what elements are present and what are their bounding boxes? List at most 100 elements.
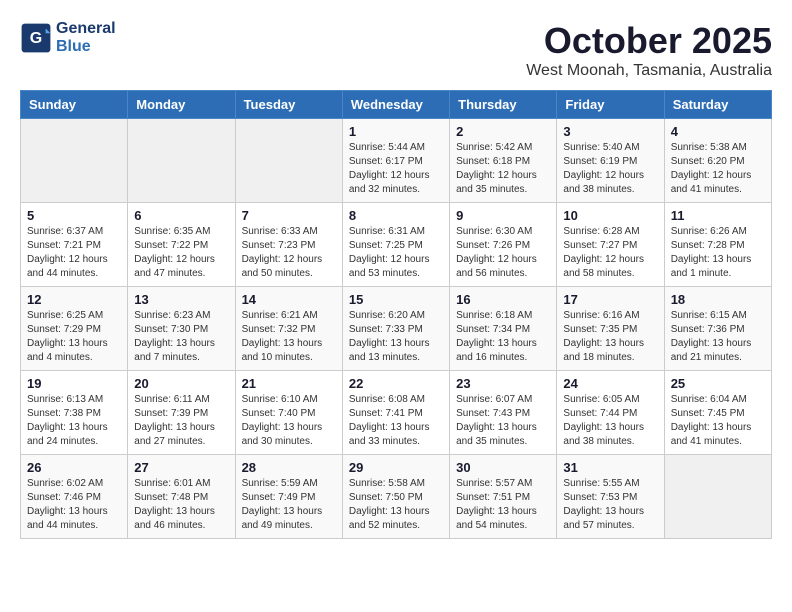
calendar-cell: 5 Sunrise: 6:37 AM Sunset: 7:21 PM Daylig… (21, 203, 128, 287)
calendar-cell (128, 119, 235, 203)
calendar-cell: 20Sunrise: 6:11 AM Sunset: 7:39 PM Dayli… (128, 371, 235, 455)
calendar-cell: 21Sunrise: 6:10 AM Sunset: 7:40 PM Dayli… (235, 371, 342, 455)
calendar-cell: 13Sunrise: 6:23 AM Sunset: 7:30 PM Dayli… (128, 287, 235, 371)
calendar-cell: 2 Sunrise: 5:42 AM Sunset: 6:18 PM Daylig… (450, 119, 557, 203)
location-subtitle: West Moonah, Tasmania, Australia (526, 62, 772, 80)
calendar-header-row: SundayMondayTuesdayWednesdayThursdayFrid… (21, 91, 772, 119)
day-info: Sunrise: 5:57 AM Sunset: 7:51 PM Dayligh… (456, 477, 550, 533)
day-number: 15 (349, 292, 443, 307)
calendar-cell: 24 Sunrise: 6:05 AM Sunset: 7:44 PM Dayli… (557, 371, 664, 455)
svg-text:G: G (30, 30, 42, 47)
day-info: Sunrise: 6:18 AM Sunset: 7:34 PM Dayligh… (456, 309, 550, 365)
calendar-cell: 17Sunrise: 6:16 AM Sunset: 7:35 PM Dayli… (557, 287, 664, 371)
day-info: Sunrise: 6:25 AM Sunset: 7:29 PM Dayligh… (27, 309, 121, 365)
day-number: 16 (456, 292, 550, 307)
calendar-cell: 8Sunrise: 6:31 AM Sunset: 7:25 PM Daylig… (342, 203, 449, 287)
day-number: 8 (349, 208, 443, 223)
day-info: Sunrise: 5:40 AM Sunset: 6:19 PM Dayligh… (563, 141, 657, 197)
day-info: Sunrise: 6:15 AM Sunset: 7:36 PM Dayligh… (671, 309, 765, 365)
day-of-week-header: Monday (128, 91, 235, 119)
calendar-cell: 26 Sunrise: 6:02 AM Sunset: 7:46 PM Dayli… (21, 455, 128, 539)
day-number: 13 (134, 292, 228, 307)
calendar-cell: 6 Sunrise: 6:35 AM Sunset: 7:22 PM Daylig… (128, 203, 235, 287)
day-of-week-header: Friday (557, 91, 664, 119)
day-info: Sunrise: 6:01 AM Sunset: 7:48 PM Dayligh… (134, 477, 228, 533)
logo: G General Blue (20, 20, 116, 56)
day-of-week-header: Tuesday (235, 91, 342, 119)
day-of-week-header: Saturday (664, 91, 771, 119)
calendar-week-row: 1 Sunrise: 5:44 AM Sunset: 6:17 PM Daylig… (21, 119, 772, 203)
calendar-cell: 19 Sunrise: 6:13 AM Sunset: 7:38 PM Dayli… (21, 371, 128, 455)
calendar-cell (235, 119, 342, 203)
day-number: 28 (242, 460, 336, 475)
day-info: Sunrise: 6:07 AM Sunset: 7:43 PM Dayligh… (456, 393, 550, 449)
calendar-cell: 7Sunrise: 6:33 AM Sunset: 7:23 PM Daylig… (235, 203, 342, 287)
day-info: Sunrise: 6:08 AM Sunset: 7:41 PM Dayligh… (349, 393, 443, 449)
calendar-cell: 23 Sunrise: 6:07 AM Sunset: 7:43 PM Dayli… (450, 371, 557, 455)
day-number: 23 (456, 376, 550, 391)
day-number: 2 (456, 124, 550, 139)
day-number: 29 (349, 460, 443, 475)
day-number: 11 (671, 208, 765, 223)
calendar-cell: 12Sunrise: 6:25 AM Sunset: 7:29 PM Dayli… (21, 287, 128, 371)
day-info: Sunrise: 6:26 AM Sunset: 7:28 PM Dayligh… (671, 225, 765, 281)
day-of-week-header: Thursday (450, 91, 557, 119)
calendar-week-row: 5 Sunrise: 6:37 AM Sunset: 7:21 PM Daylig… (21, 203, 772, 287)
calendar-cell: 27 Sunrise: 6:01 AM Sunset: 7:48 PM Dayli… (128, 455, 235, 539)
calendar-week-row: 19 Sunrise: 6:13 AM Sunset: 7:38 PM Dayli… (21, 371, 772, 455)
day-number: 4 (671, 124, 765, 139)
day-number: 24 (563, 376, 657, 391)
page-header: G General Blue October 2025 West Moonah,… (20, 20, 772, 80)
day-number: 14 (242, 292, 336, 307)
day-number: 21 (242, 376, 336, 391)
day-number: 18 (671, 292, 765, 307)
day-number: 25 (671, 376, 765, 391)
logo-text-line1: General (56, 20, 116, 38)
day-info: Sunrise: 6:35 AM Sunset: 7:22 PM Dayligh… (134, 225, 228, 281)
logo-icon: G (20, 22, 52, 54)
day-info: Sunrise: 6:04 AM Sunset: 7:45 PM Dayligh… (671, 393, 765, 449)
day-number: 19 (27, 376, 121, 391)
day-number: 6 (134, 208, 228, 223)
title-block: October 2025 West Moonah, Tasmania, Aust… (526, 20, 772, 80)
day-of-week-header: Sunday (21, 91, 128, 119)
day-number: 31 (563, 460, 657, 475)
day-info: Sunrise: 6:33 AM Sunset: 7:23 PM Dayligh… (242, 225, 336, 281)
calendar-table: SundayMondayTuesdayWednesdayThursdayFrid… (20, 90, 772, 539)
day-number: 9 (456, 208, 550, 223)
day-info: Sunrise: 6:13 AM Sunset: 7:38 PM Dayligh… (27, 393, 121, 449)
day-info: Sunrise: 6:30 AM Sunset: 7:26 PM Dayligh… (456, 225, 550, 281)
day-info: Sunrise: 5:58 AM Sunset: 7:50 PM Dayligh… (349, 477, 443, 533)
calendar-cell (21, 119, 128, 203)
day-info: Sunrise: 6:11 AM Sunset: 7:39 PM Dayligh… (134, 393, 228, 449)
calendar-cell: 16 Sunrise: 6:18 AM Sunset: 7:34 PM Dayli… (450, 287, 557, 371)
day-info: Sunrise: 6:02 AM Sunset: 7:46 PM Dayligh… (27, 477, 121, 533)
calendar-cell: 29 Sunrise: 5:58 AM Sunset: 7:50 PM Dayli… (342, 455, 449, 539)
calendar-cell: 9 Sunrise: 6:30 AM Sunset: 7:26 PM Daylig… (450, 203, 557, 287)
day-number: 17 (563, 292, 657, 307)
day-number: 22 (349, 376, 443, 391)
day-number: 5 (27, 208, 121, 223)
day-info: Sunrise: 6:05 AM Sunset: 7:44 PM Dayligh… (563, 393, 657, 449)
day-info: Sunrise: 6:28 AM Sunset: 7:27 PM Dayligh… (563, 225, 657, 281)
day-number: 27 (134, 460, 228, 475)
day-number: 26 (27, 460, 121, 475)
day-number: 3 (563, 124, 657, 139)
day-info: Sunrise: 5:42 AM Sunset: 6:18 PM Dayligh… (456, 141, 550, 197)
day-number: 1 (349, 124, 443, 139)
day-number: 10 (563, 208, 657, 223)
day-info: Sunrise: 5:38 AM Sunset: 6:20 PM Dayligh… (671, 141, 765, 197)
calendar-cell: 1 Sunrise: 5:44 AM Sunset: 6:17 PM Daylig… (342, 119, 449, 203)
logo-text-line2: Blue (56, 38, 116, 56)
calendar-cell: 15 Sunrise: 6:20 AM Sunset: 7:33 PM Dayli… (342, 287, 449, 371)
calendar-week-row: 12Sunrise: 6:25 AM Sunset: 7:29 PM Dayli… (21, 287, 772, 371)
calendar-cell: 3 Sunrise: 5:40 AM Sunset: 6:19 PM Daylig… (557, 119, 664, 203)
day-info: Sunrise: 5:55 AM Sunset: 7:53 PM Dayligh… (563, 477, 657, 533)
calendar-cell: 10 Sunrise: 6:28 AM Sunset: 7:27 PM Dayli… (557, 203, 664, 287)
calendar-cell: 22 Sunrise: 6:08 AM Sunset: 7:41 PM Dayli… (342, 371, 449, 455)
day-info: Sunrise: 6:20 AM Sunset: 7:33 PM Dayligh… (349, 309, 443, 365)
day-of-week-header: Wednesday (342, 91, 449, 119)
day-info: Sunrise: 5:44 AM Sunset: 6:17 PM Dayligh… (349, 141, 443, 197)
day-info: Sunrise: 6:37 AM Sunset: 7:21 PM Dayligh… (27, 225, 121, 281)
calendar-cell: 28Sunrise: 5:59 AM Sunset: 7:49 PM Dayli… (235, 455, 342, 539)
